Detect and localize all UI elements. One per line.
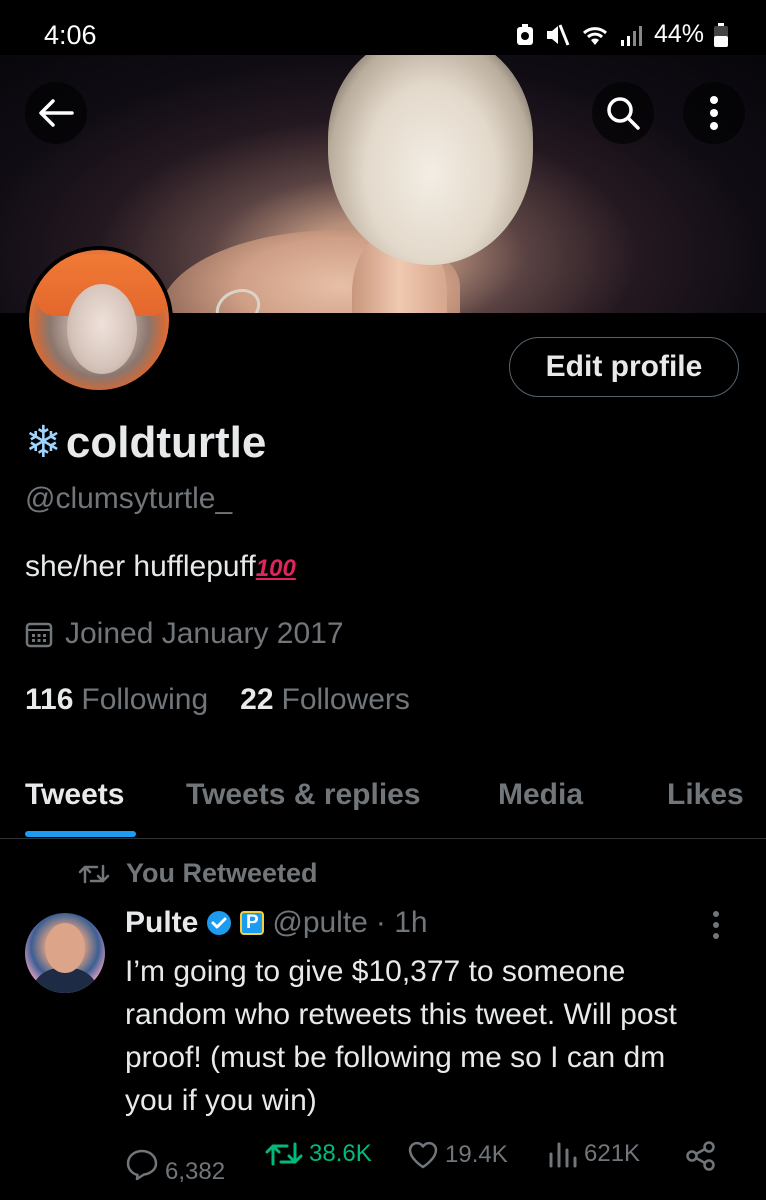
- tab-tweets[interactable]: Tweets: [25, 778, 124, 812]
- tweet-author-avatar[interactable]: [25, 913, 105, 993]
- active-tab-indicator: [25, 831, 136, 837]
- share-button[interactable]: [685, 1140, 717, 1172]
- mute-icon: [546, 23, 570, 46]
- calendar-icon: [25, 622, 53, 648]
- followers-count: 22: [240, 683, 274, 716]
- tweet-author-handle[interactable]: @pulte: [272, 906, 368, 940]
- verified-badge-icon: [207, 911, 232, 935]
- more-vertical-icon: [710, 96, 718, 130]
- more-options-button[interactable]: [683, 82, 745, 144]
- retweet-button[interactable]: 38.6K: [265, 1140, 372, 1168]
- battery-icon: [714, 22, 728, 47]
- bio-text: she/her hufflepuff: [25, 550, 256, 583]
- tweet-text: I’m going to give $10,377 to someone ran…: [125, 955, 677, 1117]
- profile-handle: @clumsyturtle_: [25, 482, 233, 515]
- retweet-icon: [265, 1142, 303, 1166]
- saver-icon: [516, 23, 533, 45]
- following-label: Following: [81, 683, 209, 716]
- retweet-icon: [78, 864, 110, 883]
- tab-tweets-replies[interactable]: Tweets & replies: [186, 778, 421, 812]
- followers-link[interactable]: 22 Followers: [240, 683, 410, 717]
- reply-count: 6,382: [165, 1158, 226, 1185]
- more-vertical-icon: [713, 911, 719, 939]
- status-icons: 44%: [516, 20, 728, 49]
- snowflake-emoji: ❄: [25, 418, 62, 467]
- back-button[interactable]: [25, 82, 87, 144]
- tweet-actions: 6,382 38.6K 19.4K 621K: [125, 1140, 725, 1185]
- share-icon: [686, 1141, 715, 1171]
- affiliate-badge-icon: P: [240, 911, 265, 935]
- joined-date: Joined January 2017: [25, 617, 344, 651]
- edit-profile-button[interactable]: Edit profile: [509, 337, 739, 397]
- following-link[interactable]: 116 Following: [25, 683, 208, 717]
- tab-likes[interactable]: Likes: [667, 778, 744, 812]
- follow-stats: 116 Following 22 Followers: [25, 683, 410, 717]
- views-count: 621K: [584, 1140, 641, 1167]
- status-time: 4:06: [44, 20, 97, 50]
- analytics-icon: [549, 1142, 577, 1168]
- reply-icon: [126, 1149, 158, 1181]
- like-count: 19.4K: [445, 1141, 508, 1168]
- joined-text: Joined January 2017: [65, 617, 344, 650]
- profile-bio: she/her hufflepuff100: [25, 550, 296, 584]
- arrow-left-icon: [39, 99, 74, 127]
- reply-button[interactable]: 6,382: [125, 1144, 225, 1186]
- following-count: 116: [25, 683, 74, 716]
- wifi-icon: [582, 26, 607, 45]
- heart-icon: [408, 1141, 438, 1169]
- battery-percent: 44%: [653, 20, 704, 48]
- retweet-context-text: You Retweeted: [126, 858, 318, 888]
- profile-avatar[interactable]: [25, 246, 173, 394]
- views-button[interactable]: 621K: [548, 1140, 640, 1168]
- tweet-time: · 1h: [375, 906, 428, 939]
- search-icon: [607, 97, 640, 130]
- tweet-header: Pulte P @pulte · 1h: [125, 906, 428, 940]
- tweet-author-name[interactable]: Pulte: [125, 906, 198, 940]
- tweet-more-button[interactable]: [712, 910, 720, 945]
- like-button[interactable]: 19.4K: [407, 1140, 508, 1170]
- signal-icon: [620, 25, 642, 46]
- profile-tabs: Tweets Tweets & replies Media Likes: [0, 760, 766, 839]
- display-name: ❄ coldturtle: [25, 418, 266, 468]
- followers-label: Followers: [281, 683, 410, 716]
- hundred-points-emoji: 100: [255, 555, 296, 582]
- retweet-context: You Retweeted: [78, 858, 318, 889]
- display-name-text: coldturtle: [65, 418, 267, 467]
- search-button[interactable]: [592, 82, 654, 144]
- retweet-count: 38.6K: [309, 1140, 372, 1167]
- tab-media[interactable]: Media: [498, 778, 583, 812]
